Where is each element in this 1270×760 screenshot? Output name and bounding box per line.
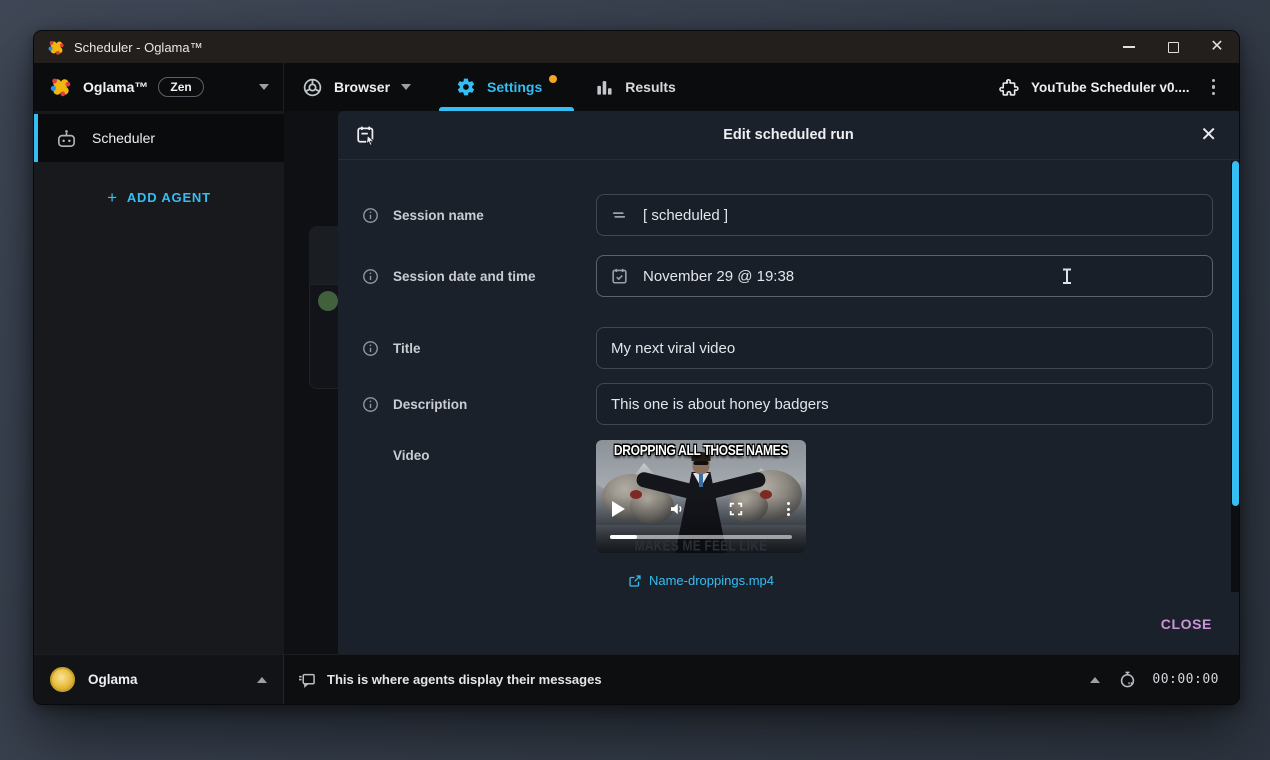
video-progress-bar[interactable] [610,535,792,539]
modal-title: Edit scheduled run [338,127,1239,143]
agent-message-text: This is where agents display their messa… [327,672,602,687]
plugin-label: YouTube Scheduler v0.... [1031,80,1190,95]
notification-dot [549,75,557,83]
description-label: Description [393,397,467,412]
session-datetime-label: Session date and time [393,269,536,284]
agent-footer-selector[interactable]: Oglama [34,655,284,704]
title-row: Title [354,327,1213,369]
stopwatch-icon [1118,670,1137,689]
avatar [50,667,75,692]
titlebar: Scheduler - Oglama™ ✕ [34,31,1239,63]
title-input[interactable] [596,327,1213,369]
sidebar: Scheduler + ADD AGENT [34,111,284,654]
add-agent-button[interactable]: + ADD AGENT [34,189,284,206]
video-file-link[interactable]: Name-droppings.mp4 [596,573,806,588]
app-window: Scheduler - Oglama™ ✕ Oglama™ Zen [33,30,1240,705]
modal-header: Edit scheduled run ✕ [338,111,1239,160]
description-row: Description [354,383,1213,425]
minimize-button[interactable] [1107,31,1151,63]
message-log-icon [297,670,317,690]
video-file-name: Name-droppings.mp4 [649,573,774,588]
modal-footer: CLOSE [338,608,1239,654]
puzzle-icon [998,77,1019,98]
statusbar: Oglama This is where agents display thei… [34,654,1239,704]
tab-settings[interactable]: Settings [437,63,576,111]
modal-body: Session name Session da [338,160,1239,608]
sidebar-item-label: Scheduler [92,130,155,146]
chevron-up-icon [257,677,267,683]
agent-message-bar: This is where agents display their messa… [284,655,1239,704]
session-name-label: Session name [393,208,484,223]
maximize-button[interactable] [1151,31,1195,63]
tab-settings-label: Settings [487,79,542,95]
session-name-input[interactable] [596,194,1213,236]
header: Oglama™ Zen Browser Settings Results [34,63,1239,111]
more-menu-button[interactable] [1202,73,1226,102]
info-icon [362,268,379,285]
description-input[interactable] [596,383,1213,425]
volume-icon[interactable] [668,500,686,518]
brand-name: Oglama™ [83,79,148,95]
info-icon [362,396,379,413]
calendar-edit-icon [355,124,377,146]
chevron-up-icon[interactable] [1090,677,1100,683]
video-meme-bottom-text: MAKES ME FEEL LIKE [596,537,806,553]
session-datetime-input[interactable] [596,255,1213,297]
video-options-icon[interactable] [787,502,790,516]
fullscreen-icon[interactable] [728,501,744,517]
tab-results[interactable]: Results [576,63,695,111]
info-icon [362,340,379,357]
name-lines-icon [610,206,628,224]
browser-label: Browser [334,79,390,95]
agent-selector[interactable]: Oglama™ Zen [34,63,284,111]
app-logo-icon [48,39,65,56]
edit-scheduled-run-modal: Edit scheduled run ✕ Session name [338,111,1239,654]
title-label: Title [393,341,421,356]
session-name-row: Session name [354,194,1213,236]
content-area: Edit scheduled run ✕ Session name [284,111,1239,654]
modal-scrollbar[interactable] [1231,161,1239,592]
plus-icon: + [107,189,118,206]
video-player[interactable]: DROPPING ALL THOSE NAMES MAKES ME FEEL L… [596,440,806,553]
timer-value: 00:00:00 [1152,672,1219,687]
video-meme-top-text: DROPPING ALL THOSE NAMES [596,441,806,459]
background-status-dot [318,291,338,311]
browser-icon [302,77,323,98]
video-row: Video [354,440,1213,588]
sidebar-item-scheduler[interactable]: Scheduler [34,114,284,162]
browser-selector[interactable]: Browser [284,63,437,111]
tab-results-label: Results [625,79,676,95]
video-label: Video [393,448,430,463]
close-modal-button[interactable]: CLOSE [1153,610,1220,638]
profile-badge: Zen [158,77,203,97]
close-window-button[interactable]: ✕ [1195,31,1239,63]
external-link-icon [628,574,642,588]
session-datetime-row: Session date and time [354,255,1213,297]
add-agent-label: ADD AGENT [127,190,211,205]
info-icon [362,207,379,224]
window-title: Scheduler - Oglama™ [74,40,203,55]
gear-icon [456,77,476,97]
play-icon[interactable] [612,501,625,517]
bar-chart-icon [595,78,614,97]
chevron-down-icon [401,84,411,90]
robot-icon [55,127,78,150]
calendar-check-icon [610,267,629,286]
oglama-logo-icon [50,76,72,98]
agent-footer-label: Oglama [88,672,138,687]
close-icon[interactable]: ✕ [1194,121,1223,149]
scrollbar-thumb[interactable] [1232,161,1239,506]
chevron-down-icon [259,84,269,90]
